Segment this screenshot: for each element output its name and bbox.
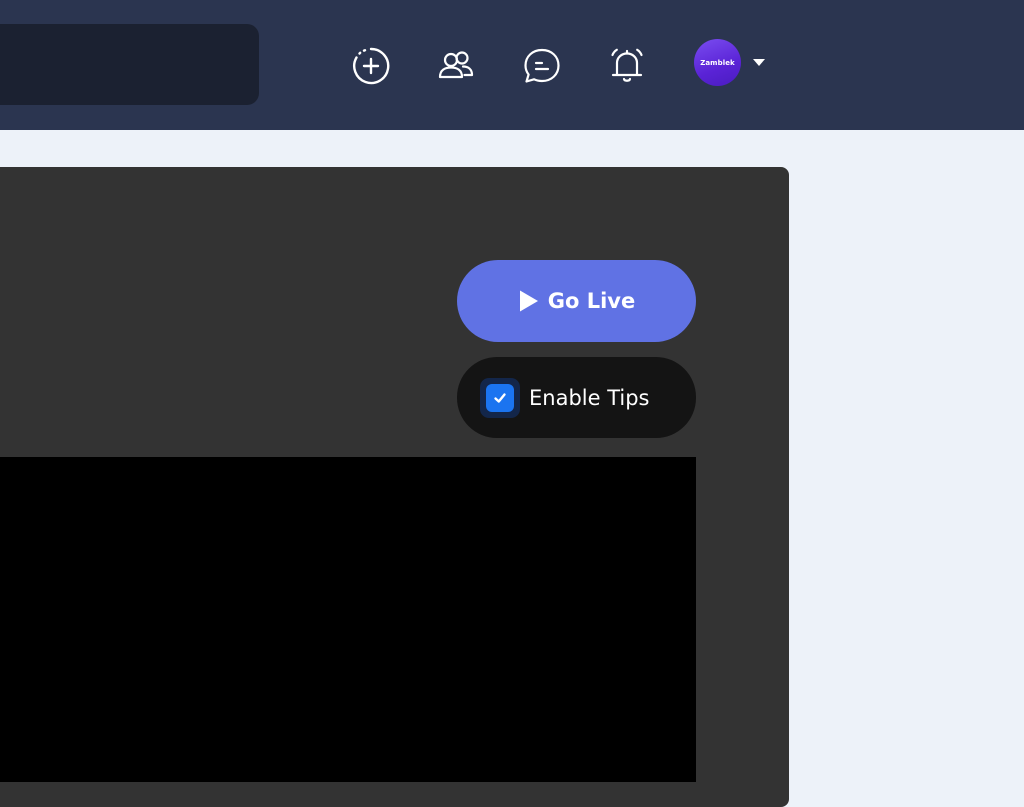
avatar-label: Zamblek xyxy=(700,58,735,67)
go-live-label: Go Live xyxy=(547,289,636,313)
create-icon[interactable] xyxy=(350,45,392,87)
notifications-icon[interactable] xyxy=(606,45,648,87)
video-preview[interactable] xyxy=(0,457,696,782)
go-live-button[interactable]: Go Live xyxy=(457,260,696,342)
chevron-down-icon[interactable] xyxy=(753,59,765,66)
enable-tips-label: Enable Tips xyxy=(529,385,650,410)
search-input[interactable] xyxy=(0,24,259,105)
checkbox-fill xyxy=(486,383,514,412)
friends-icon[interactable] xyxy=(435,45,477,87)
enable-tips-toggle[interactable]: Enable Tips xyxy=(457,357,696,438)
enable-tips-checkbox[interactable] xyxy=(480,377,520,418)
avatar[interactable]: Zamblek xyxy=(694,39,741,86)
messages-icon[interactable] xyxy=(521,45,563,87)
checkmark-icon xyxy=(494,392,506,403)
play-icon xyxy=(519,290,538,312)
top-navigation-bar: Zamblek xyxy=(0,0,1024,130)
user-menu[interactable]: Zamblek xyxy=(694,39,765,86)
